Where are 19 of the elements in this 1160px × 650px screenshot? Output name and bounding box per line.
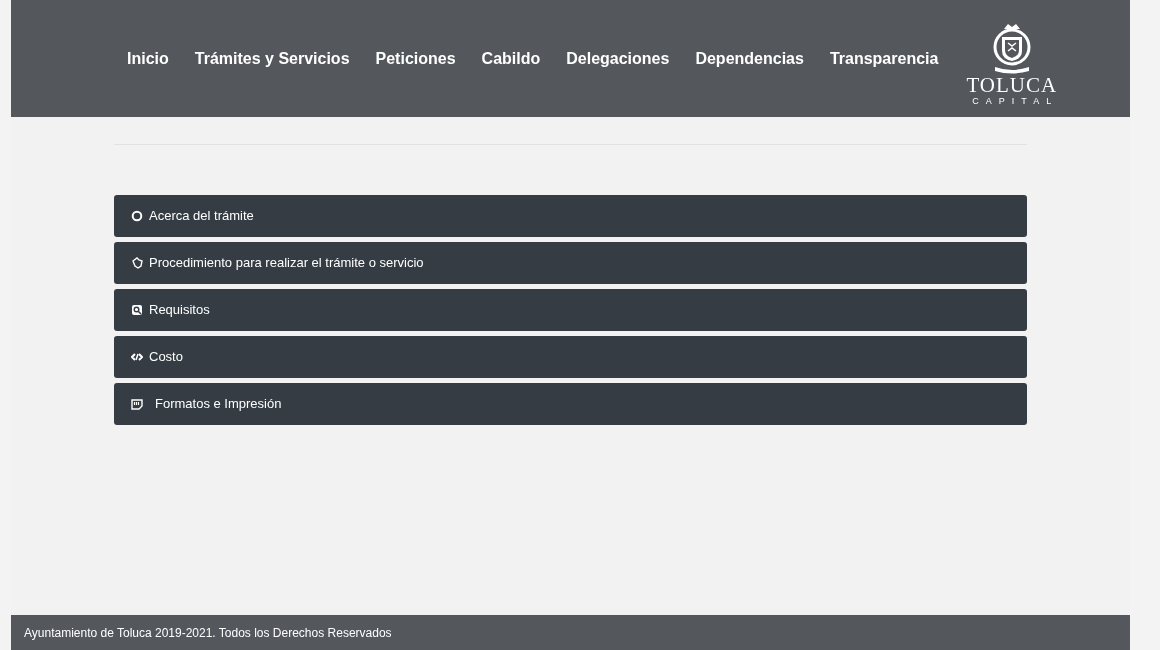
nav-link[interactable]: Transparencia bbox=[829, 46, 939, 71]
accordion-header[interactable]: Costo bbox=[114, 336, 1027, 378]
circle-icon bbox=[131, 210, 143, 222]
nav-link[interactable]: Trámites y Servicios bbox=[194, 46, 350, 71]
nav-link[interactable]: Dependencias bbox=[695, 46, 804, 71]
nav-link[interactable]: Inicio bbox=[127, 46, 169, 71]
copyright-text: Ayuntamiento de Toluca 2019-2021. Todos los Derechos Reservados bbox=[24, 624, 392, 642]
logo-title: TOLUCA bbox=[966, 74, 1058, 96]
search-icon bbox=[131, 304, 143, 316]
accordion-header[interactable]: Acerca del trámite bbox=[114, 195, 1027, 237]
accordion-header[interactable]: Formatos e Impresión bbox=[114, 383, 1027, 425]
nav-link[interactable]: Delegaciones bbox=[566, 46, 670, 71]
form-icon bbox=[131, 398, 143, 410]
nav-link[interactable]: Peticiones bbox=[375, 46, 456, 71]
logo-subtitle: CAPITAL bbox=[972, 95, 1059, 107]
nav-link[interactable]: Cabildo bbox=[481, 46, 541, 71]
accordion-header[interactable]: Procedimiento para realizar el trámite o servicio bbox=[114, 242, 1027, 284]
accordion-header[interactable]: Requisitos bbox=[114, 289, 1027, 331]
code-icon bbox=[131, 351, 143, 363]
